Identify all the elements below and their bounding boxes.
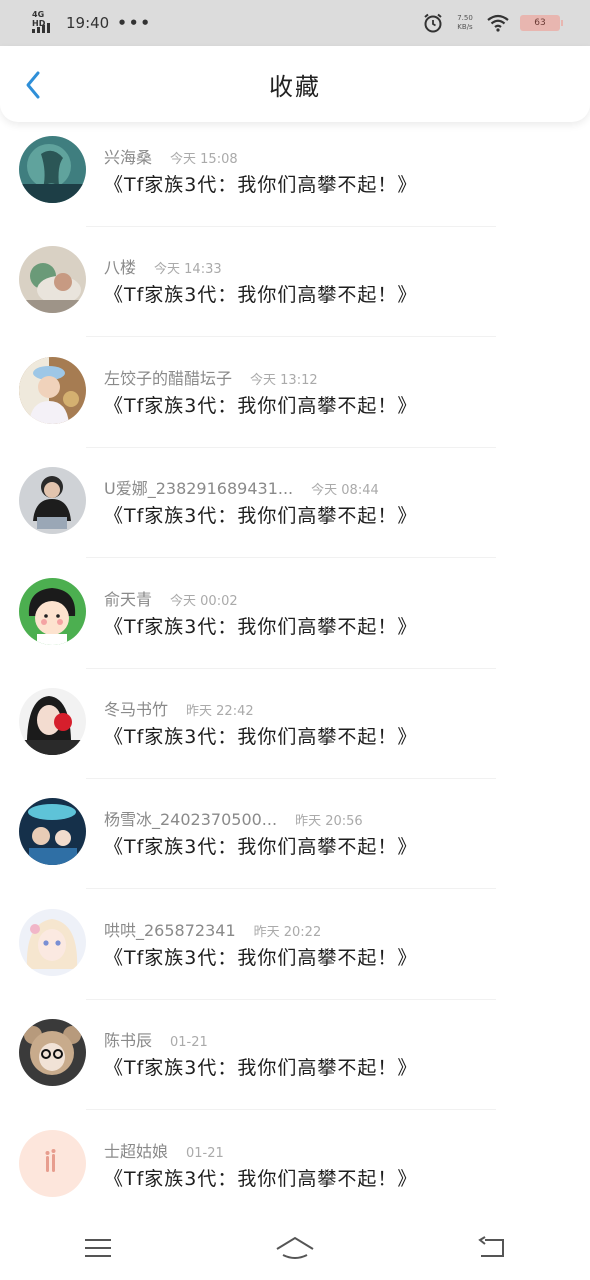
user-name: 兴海桑 [104, 148, 153, 167]
item-title: 《Tf家族3代：我你们高攀不起！》 [104, 394, 418, 417]
item-meta: 陈书辰 01-21 [104, 1027, 208, 1051]
page-title: 收藏 [269, 72, 321, 101]
timestamp: 今天 00:02 [170, 593, 238, 609]
user-name: 士超姑娘 [104, 1141, 169, 1161]
divider [86, 1109, 496, 1111]
user-name: 哄哄_265872341 [104, 920, 236, 940]
list-item[interactable]: 陈书辰 01-21 《Tf家族3代：我你们高攀不起！》 [0, 1005, 590, 1115]
item-title: 《Tf家族3代：我你们高攀不起！》 [104, 1057, 418, 1080]
timestamp: 今天 15:08 [170, 152, 238, 167]
avatar[interactable] [19, 356, 86, 424]
timestamp: 今天 08:44 [311, 483, 379, 499]
item-meta: 左饺子的醋醋坛子 今天 13:12 [104, 365, 318, 389]
avatar[interactable] [19, 1129, 86, 1197]
back-button[interactable] [18, 70, 48, 100]
chevron-left-icon [26, 71, 40, 99]
list-item[interactable]: 左饺子的醋醋坛子 今天 13:12 《Tf家族3代：我你们高攀不起！》 [0, 343, 590, 453]
user-name: 冬马书竹 [104, 699, 169, 719]
divider [86, 336, 496, 338]
avatar[interactable] [19, 798, 86, 866]
navigation-bar [0, 1215, 590, 1280]
avatar[interactable] [19, 467, 86, 535]
battery-level: 63 [534, 18, 546, 28]
item-meta: U爱娜_238291689431... 今天 08:44 [104, 475, 379, 499]
header: 收藏 [0, 46, 590, 122]
user-name: 八楼 [104, 258, 137, 278]
status-dots: ••• [117, 14, 152, 32]
divider [86, 667, 496, 669]
favorites-list: 兴海桑 今天 15:08 《Tf家族3代：我你们高攀不起！》 八楼 今天 14:… [0, 122, 590, 1226]
list-item[interactable]: 八楼 今天 14:33 《Tf家族3代：我你们高攀不起！》 [0, 232, 590, 342]
list-item[interactable]: 冬马书竹 昨天 22:42 《Tf家族3代：我你们高攀不起！》 [0, 674, 590, 784]
item-title: 《Tf家族3代：我你们高攀不起！》 [104, 284, 418, 307]
user-name: 陈书辰 [104, 1031, 153, 1051]
item-title: 《Tf家族3代：我你们高攀不起！》 [104, 725, 418, 748]
timestamp: 01-21 [170, 1035, 208, 1051]
divider [86, 888, 496, 890]
list-item[interactable]: 俞天青 今天 00:02 《Tf家族3代：我你们高攀不起！》 [0, 564, 590, 674]
list-item[interactable]: U爱娜_238291689431... 今天 08:44 《Tf家族3代：我你们… [0, 453, 590, 563]
divider [86, 998, 496, 1000]
menu-button[interactable] [68, 1228, 128, 1268]
timestamp: 昨天 22:42 [186, 703, 254, 719]
divider [86, 777, 496, 779]
user-name: U爱娜_238291689431... [104, 479, 294, 499]
avatar[interactable] [19, 136, 86, 203]
signal-icon: 4G HD [32, 10, 58, 36]
menu-icon [85, 1238, 112, 1257]
item-meta: 俞天青 今天 00:02 [104, 586, 238, 610]
list-item[interactable]: 哄哄_265872341 昨天 20:22 《Tf家族3代：我你们高攀不起！》 [0, 895, 590, 1005]
divider [86, 446, 496, 448]
status-right: 7.50 KB/s 63 [422, 12, 563, 34]
item-title: 《Tf家族3代：我你们高攀不起！》 [104, 836, 418, 859]
user-name: 杨雪冰_2402370500... [104, 810, 278, 830]
avatar[interactable] [19, 908, 86, 976]
network-speed: 7.50 KB/s [457, 14, 473, 31]
timestamp: 今天 14:33 [154, 262, 222, 278]
item-meta: 冬马书竹 昨天 22:42 [104, 696, 254, 720]
wifi-icon [487, 14, 509, 32]
list-item[interactable]: 兴海桑 今天 15:08 《Tf家族3代：我你们高攀不起！》 [0, 122, 590, 232]
back-nav-button[interactable] [462, 1228, 522, 1268]
home-icon [276, 1236, 314, 1259]
timestamp: 昨天 20:22 [253, 924, 322, 940]
timestamp: 昨天 20:56 [295, 814, 363, 830]
item-title: 《Tf家族3代：我你们高攀不起！》 [104, 1167, 418, 1190]
back-icon [477, 1235, 504, 1257]
list-item[interactable]: 士超姑娘 01-21 《Tf家族3代：我你们高攀不起！》 [0, 1116, 590, 1226]
status-left: 4G HD 19:40 ••• [32, 10, 152, 36]
avatar[interactable] [19, 687, 86, 755]
divider [86, 226, 496, 227]
item-meta: 哄哄_265872341 昨天 20:22 [104, 917, 321, 941]
item-meta: 八楼 今天 14:33 [104, 254, 222, 278]
avatar[interactable] [19, 1019, 86, 1087]
user-name: 左饺子的醋醋坛子 [104, 368, 233, 388]
item-title: 《Tf家族3代：我你们高攀不起！》 [104, 615, 418, 638]
home-button[interactable] [265, 1228, 325, 1268]
status-bar: 4G HD 19:40 ••• 7.50 KB/s 63 [0, 0, 590, 46]
battery-icon: 63 [520, 15, 563, 31]
item-title: 《Tf家族3代：我你们高攀不起！》 [104, 174, 418, 196]
timestamp: 01-21 [186, 1145, 224, 1161]
list-item[interactable]: 杨雪冰_2402370500... 昨天 20:56 《Tf家族3代：我你们高攀… [0, 784, 590, 894]
alarm-icon [424, 13, 442, 33]
item-meta: 士超姑娘 01-21 [104, 1138, 224, 1162]
timestamp: 今天 13:12 [250, 372, 318, 388]
item-title: 《Tf家族3代：我你们高攀不起！》 [104, 946, 418, 969]
avatar[interactable] [19, 577, 86, 645]
item-meta: 杨雪冰_2402370500... 昨天 20:56 [104, 806, 363, 830]
avatar[interactable] [19, 246, 86, 314]
item-meta: 兴海桑 今天 15:08 [104, 144, 238, 168]
status-time: 19:40 [66, 14, 110, 32]
user-name: 俞天青 [104, 589, 153, 609]
item-title: 《Tf家族3代：我你们高攀不起！》 [104, 505, 418, 528]
divider [86, 557, 496, 559]
